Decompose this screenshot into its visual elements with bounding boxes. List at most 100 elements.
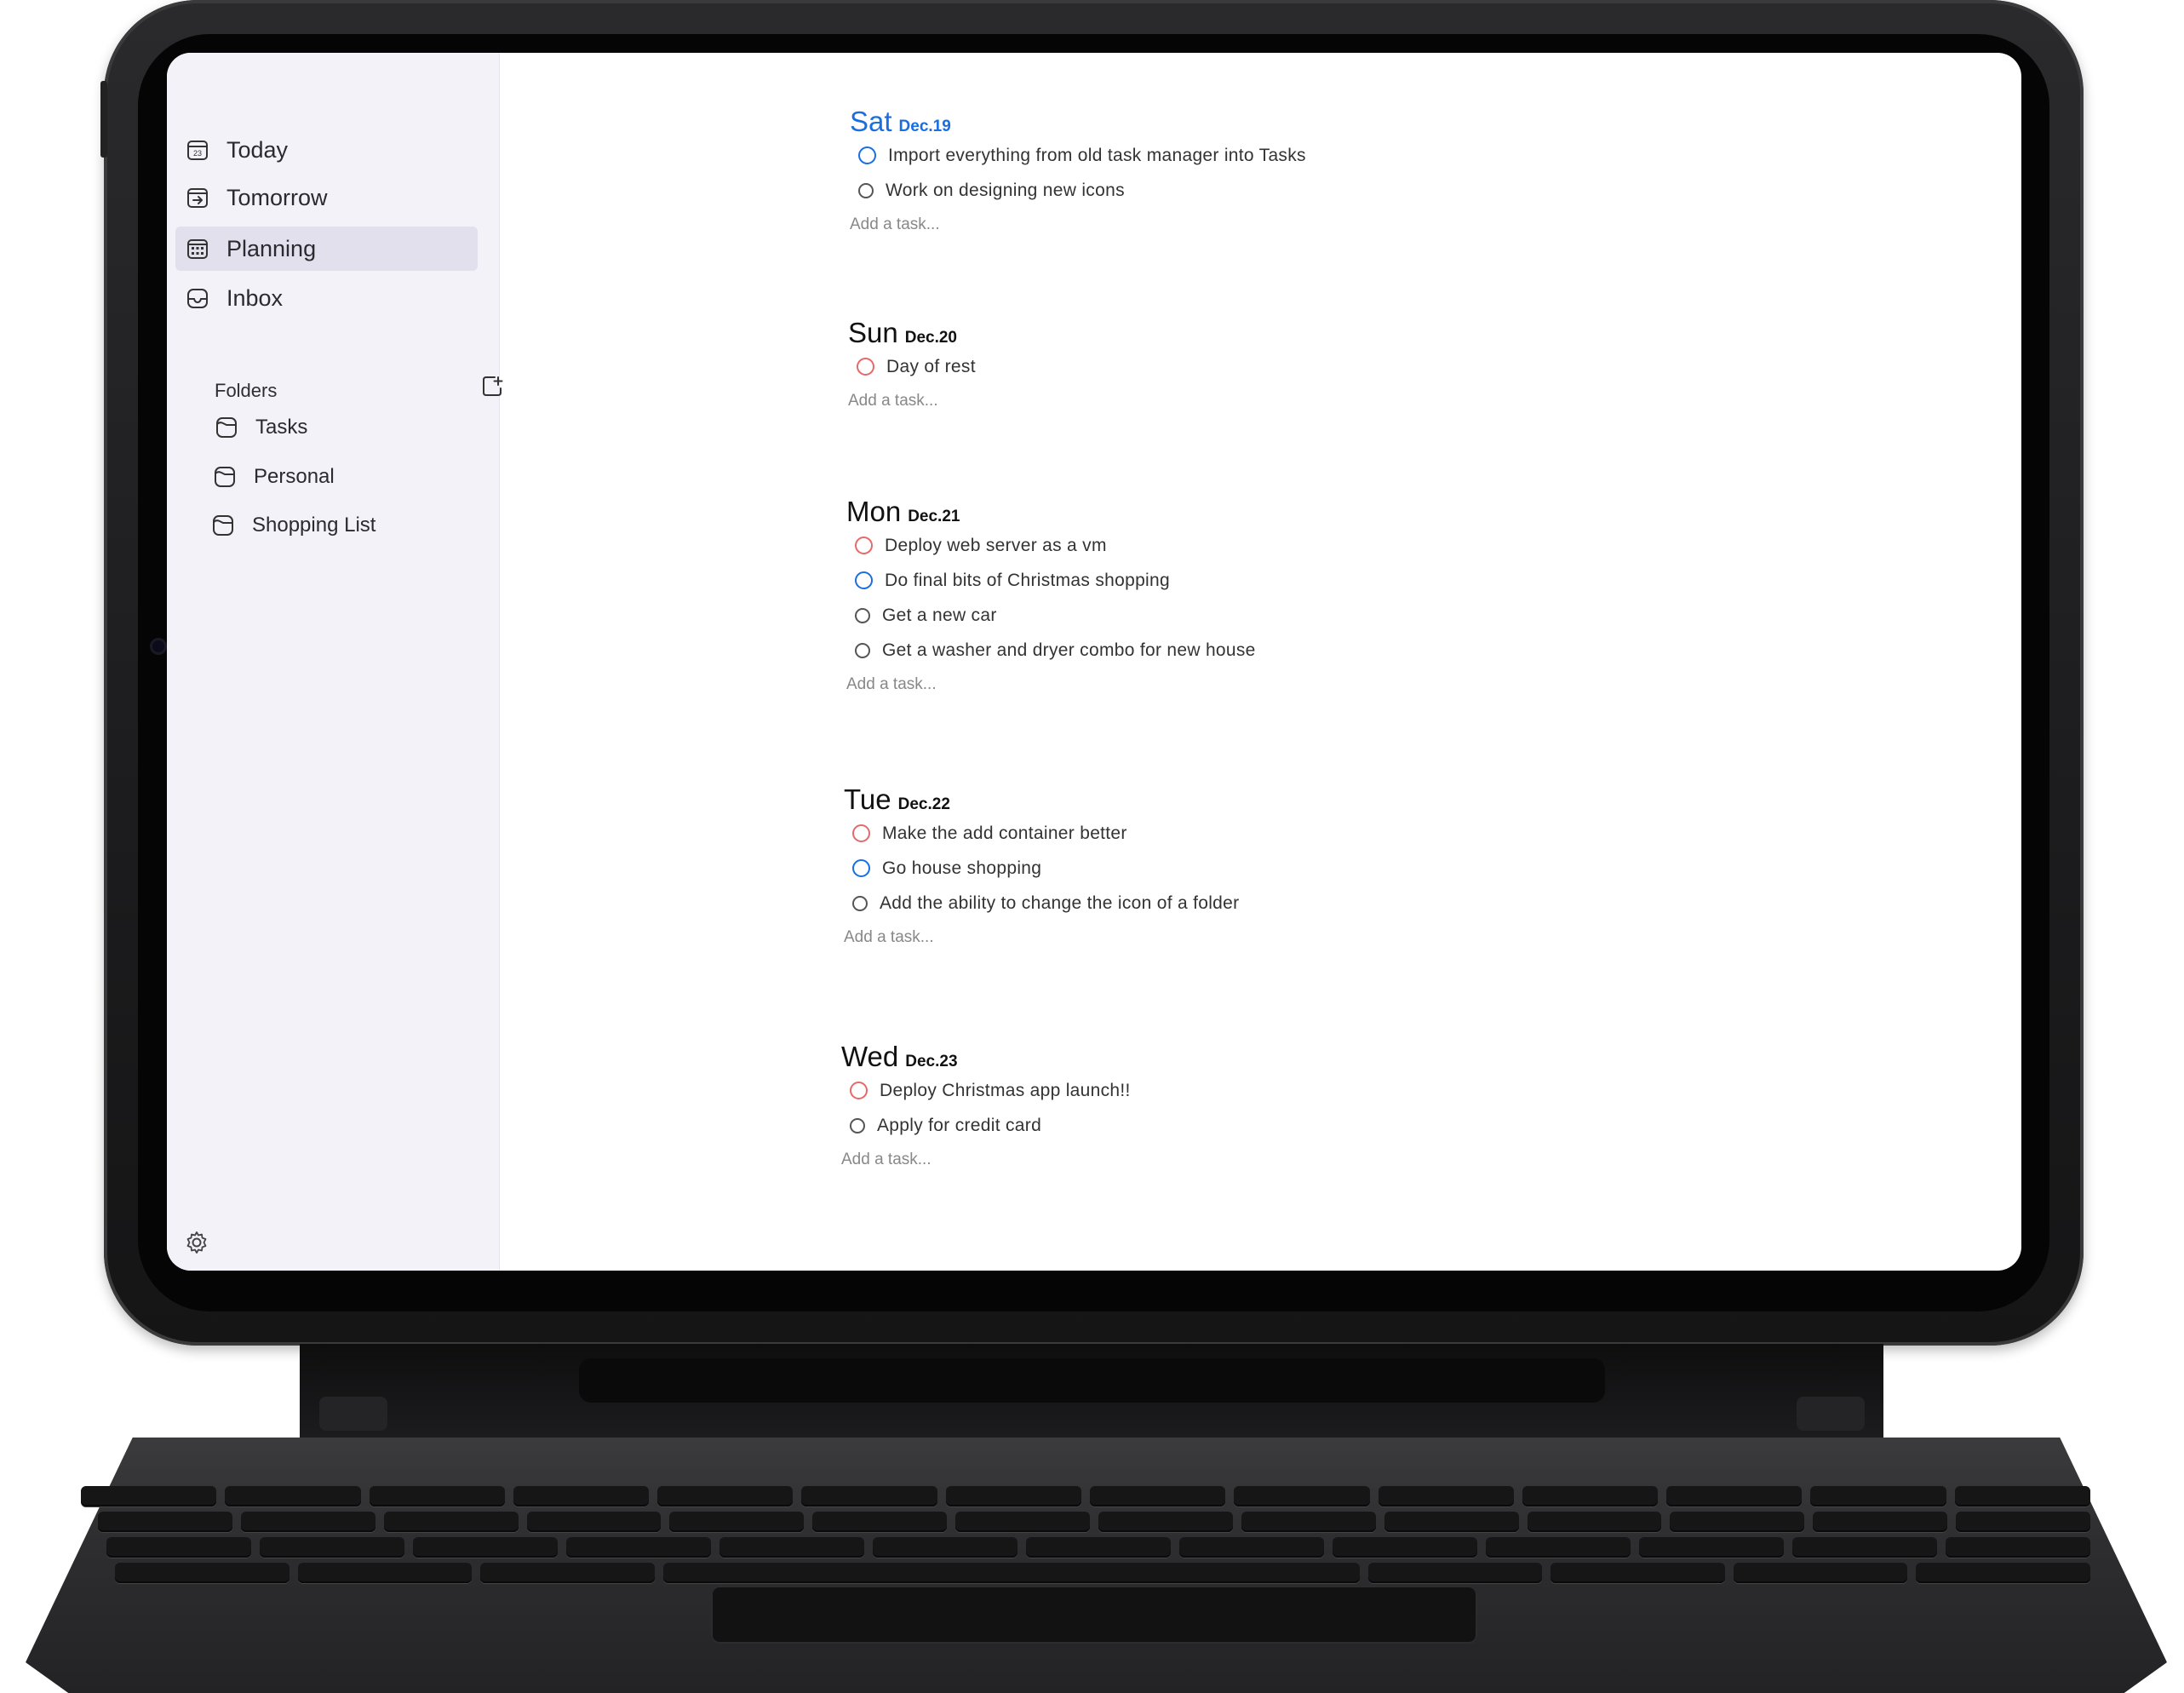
key-row-4 <box>81 1563 2091 1583</box>
task-item[interactable]: Deploy web server as a vm <box>846 528 1256 563</box>
key <box>669 1512 805 1532</box>
key <box>719 1537 864 1558</box>
task-text: Deploy web server as a vm <box>885 535 1107 555</box>
task-text: Apply for credit card <box>877 1115 1042 1135</box>
key <box>1810 1486 1946 1506</box>
task-checkbox[interactable] <box>855 607 870 623</box>
folder-item-tasks[interactable]: Tasks <box>215 416 307 439</box>
task-item[interactable]: Get a new car <box>846 598 1256 633</box>
space-key <box>662 1563 1360 1583</box>
key <box>1813 1512 1948 1532</box>
task-item[interactable]: Deploy Christmas app launch!! <box>841 1073 1131 1108</box>
sidebar-item-label: Planning <box>226 235 317 261</box>
calendar-day-icon: 23 <box>187 141 208 160</box>
folder-label: Shopping List <box>252 514 376 537</box>
sidebar-item-label: Today <box>226 136 289 163</box>
hinge-clip-left <box>319 1397 387 1431</box>
task-item[interactable]: Apply for credit card <box>841 1108 1131 1143</box>
sidebar-item-planning[interactable]: Planning <box>175 227 478 271</box>
task-item[interactable]: Make the add container better <box>844 816 1239 851</box>
key <box>383 1512 519 1532</box>
folders-heading: Folders <box>215 380 278 401</box>
task-item[interactable]: Add the ability to change the icon of a … <box>844 886 1239 921</box>
task-item[interactable]: Day of rest <box>848 349 976 384</box>
inbox-icon <box>187 289 208 308</box>
key <box>1384 1512 1519 1532</box>
key <box>526 1512 662 1532</box>
key <box>240 1512 375 1532</box>
key <box>513 1486 650 1506</box>
task-checkbox[interactable] <box>852 824 870 842</box>
key <box>1241 1512 1376 1532</box>
settings-gear-icon[interactable] <box>184 1230 209 1255</box>
task-checkbox[interactable] <box>857 358 874 376</box>
task-checkbox[interactable] <box>852 895 868 911</box>
key <box>1954 1486 2090 1506</box>
folder-label: Personal <box>254 465 335 488</box>
folder-item-personal[interactable]: Personal <box>213 465 335 489</box>
task-checkbox[interactable] <box>850 1082 868 1099</box>
day-name: Wed <box>841 1041 899 1072</box>
day-name: Sun <box>848 317 898 348</box>
key <box>1026 1537 1171 1558</box>
hinge-clip-right <box>1797 1397 1865 1431</box>
sidebar-item-label: Inbox <box>226 284 284 311</box>
key <box>1522 1486 1659 1506</box>
day-section-sat: Sat Dec.19 Import everything from old ta… <box>850 106 1306 242</box>
key <box>1234 1486 1370 1506</box>
add-task-input[interactable]: Add a task... <box>848 384 976 418</box>
key <box>1792 1537 1937 1558</box>
task-checkbox[interactable] <box>858 182 874 198</box>
task-item[interactable]: Import everything from old task manager … <box>850 138 1306 173</box>
key-row-2 <box>81 1512 2091 1532</box>
day-header: Wed Dec.23 <box>841 1041 1131 1073</box>
task-checkbox[interactable] <box>850 1117 865 1133</box>
task-checkbox[interactable] <box>858 146 876 164</box>
folder-icon <box>215 467 235 487</box>
sidebar-item-tomorrow[interactable]: Tomorrow <box>175 175 478 220</box>
key-row-3 <box>81 1537 2090 1558</box>
day-header: Tue Dec.22 <box>844 783 1239 816</box>
day-header: Mon Dec.21 <box>846 496 1256 528</box>
key <box>115 1563 289 1583</box>
key <box>1333 1537 1477 1558</box>
key <box>369 1486 505 1506</box>
key <box>297 1563 473 1583</box>
task-checkbox[interactable] <box>855 537 873 554</box>
day-date: Dec.22 <box>897 795 950 813</box>
key <box>1733 1563 1908 1583</box>
key <box>98 1512 232 1532</box>
key <box>945 1486 1081 1506</box>
add-task-input[interactable]: Add a task... <box>850 208 1306 242</box>
task-item[interactable]: Do final bits of Christmas shopping <box>846 563 1256 598</box>
task-text: Get a washer and dryer combo for new hou… <box>882 640 1256 660</box>
task-text: Do final bits of Christmas shopping <box>885 570 1170 590</box>
folder-icon <box>216 417 237 438</box>
key <box>1527 1512 1662 1532</box>
trackpad <box>711 1586 1477 1644</box>
task-item[interactable]: Get a washer and dryer combo for new hou… <box>846 633 1256 668</box>
folder-item-shopping-list[interactable]: Shopping List <box>211 514 375 537</box>
task-text: Deploy Christmas app launch!! <box>880 1080 1131 1100</box>
task-checkbox[interactable] <box>852 859 870 877</box>
key <box>1639 1537 1784 1558</box>
sidebar-item-inbox[interactable]: Inbox <box>175 276 478 320</box>
task-checkbox[interactable] <box>855 642 870 658</box>
key <box>81 1486 217 1506</box>
keyboard-keys <box>81 1486 2091 1588</box>
add-task-input[interactable]: Add a task... <box>841 1143 1131 1177</box>
add-task-input[interactable]: Add a task... <box>846 668 1256 702</box>
key <box>260 1537 404 1558</box>
add-task-input[interactable]: Add a task... <box>844 921 1239 955</box>
folder-label: Tasks <box>255 416 308 439</box>
task-text: Make the add container better <box>882 823 1127 843</box>
day-section-mon: Mon Dec.21 Deploy web server as a vm Do … <box>846 496 1256 702</box>
front-camera <box>152 640 164 652</box>
sidebar-item-today[interactable]: 23 Today <box>175 128 478 172</box>
new-folder-icon[interactable] <box>480 375 504 399</box>
task-item[interactable]: Work on designing new icons <box>850 173 1306 208</box>
task-checkbox[interactable] <box>855 571 873 589</box>
day-name: Tue <box>844 783 891 815</box>
task-item[interactable]: Go house shopping <box>844 851 1239 886</box>
key <box>812 1512 948 1532</box>
